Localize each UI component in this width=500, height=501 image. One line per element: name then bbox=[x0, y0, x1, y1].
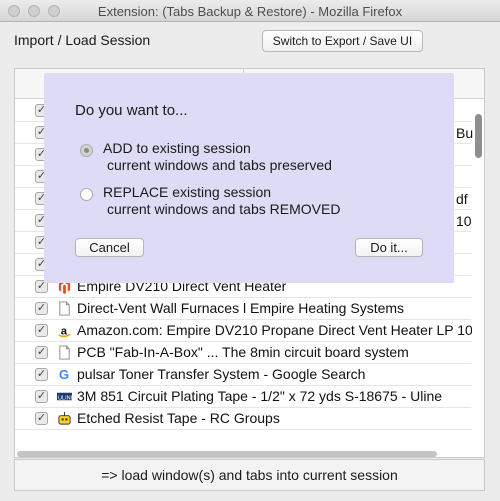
tab-title-fragment: 10 bbox=[456, 213, 472, 229]
list-item[interactable]: ✓ Direct-Vent Wall Furnaces l Empire Heat… bbox=[15, 298, 471, 320]
cancel-button[interactable]: Cancel bbox=[75, 238, 144, 257]
tab-checkbox[interactable]: ✓ bbox=[35, 390, 48, 403]
tab-title-fragment: Bu bbox=[456, 125, 474, 141]
tab-title: pulsar Toner Transfer System - Google Se… bbox=[77, 366, 366, 382]
page-title: Import / Load Session bbox=[14, 32, 151, 48]
tab-title: PCB "Fab-In-A-Box" ... The 8min circuit … bbox=[77, 344, 409, 360]
tab-checkbox[interactable]: ✓ bbox=[35, 324, 48, 337]
import-mode-dialog: Do you want to... ADD to existing sessio… bbox=[44, 73, 454, 283]
add-option-label[interactable]: ADD to existing session bbox=[103, 140, 251, 156]
replace-option-description: current windows and tabs REMOVED bbox=[107, 201, 341, 217]
uline-icon: ULINE bbox=[57, 389, 75, 404]
add-option-description: current windows and tabs preserved bbox=[107, 157, 332, 173]
page-icon bbox=[57, 301, 72, 316]
tab-checkbox[interactable]: ✓ bbox=[35, 302, 48, 315]
tab-checkbox[interactable]: ✓ bbox=[35, 346, 48, 359]
list-item[interactable]: ✓ a Amazon.com: Empire DV210 Propane Direc… bbox=[15, 320, 472, 342]
svg-text:G: G bbox=[59, 367, 69, 382]
do-it-button[interactable]: Do it... bbox=[355, 238, 423, 257]
add-session-radio[interactable] bbox=[80, 144, 93, 157]
replace-option-label[interactable]: REPLACE existing session bbox=[103, 184, 271, 200]
load-session-button[interactable]: => load window(s) and tabs into current … bbox=[14, 459, 485, 491]
list-item[interactable]: ✓ PCB "Fab-In-A-Box" ... The 8min circuit… bbox=[15, 342, 471, 364]
list-item[interactable]: ✓ Gpulsar Toner Transfer System - Google … bbox=[15, 364, 471, 386]
google-icon: G bbox=[57, 367, 72, 382]
page-icon bbox=[57, 345, 72, 360]
dialog-prompt: Do you want to... bbox=[75, 102, 188, 119]
window-title: Extension: (Tabs Backup & Restore) - Moz… bbox=[97, 4, 403, 19]
vertical-scrollbar[interactable] bbox=[475, 114, 482, 158]
tab-checkbox[interactable]: ✓ bbox=[35, 368, 48, 381]
amazon-icon: a bbox=[57, 323, 72, 338]
list-item[interactable]: ✓ Etched Resist Tape - RC Groups bbox=[15, 408, 471, 430]
replace-session-radio[interactable] bbox=[80, 188, 93, 201]
tab-title: Etched Resist Tape - RC Groups bbox=[77, 410, 280, 426]
list-item[interactable]: ✓ ULINE 3M 851 Circuit Plating Tape - 1/2"… bbox=[15, 386, 471, 408]
tab-checkbox[interactable]: ✓ bbox=[35, 412, 48, 425]
tab-title: Direct-Vent Wall Furnaces l Empire Heati… bbox=[77, 300, 405, 316]
tab-title-fragment: df bbox=[456, 191, 468, 207]
svg-text:ULINE: ULINE bbox=[58, 395, 72, 401]
title-bar: Extension: (Tabs Backup & Restore) - Moz… bbox=[0, 0, 500, 22]
rcgroups-icon bbox=[57, 411, 72, 426]
tab-title: 3M 851 Circuit Plating Tape - 1/2" x 72 … bbox=[77, 388, 443, 404]
horizontal-scrollbar[interactable] bbox=[17, 451, 437, 457]
switch-to-export-button[interactable]: Switch to Export / Save UI bbox=[262, 30, 423, 52]
tab-title: Amazon.com: Empire DV210 Propane Direct … bbox=[77, 322, 472, 338]
